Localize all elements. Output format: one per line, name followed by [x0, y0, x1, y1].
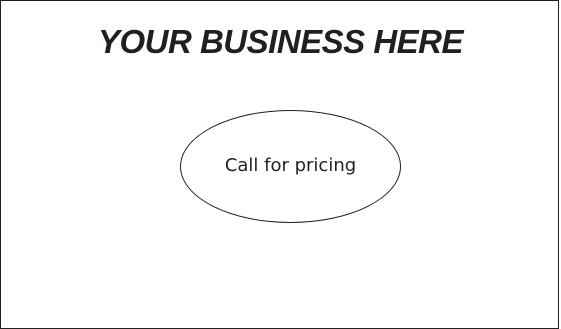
call-for-pricing-text: Call for pricing: [224, 155, 357, 176]
business-headline: YOUR BUSINESS HERE: [97, 23, 464, 60]
